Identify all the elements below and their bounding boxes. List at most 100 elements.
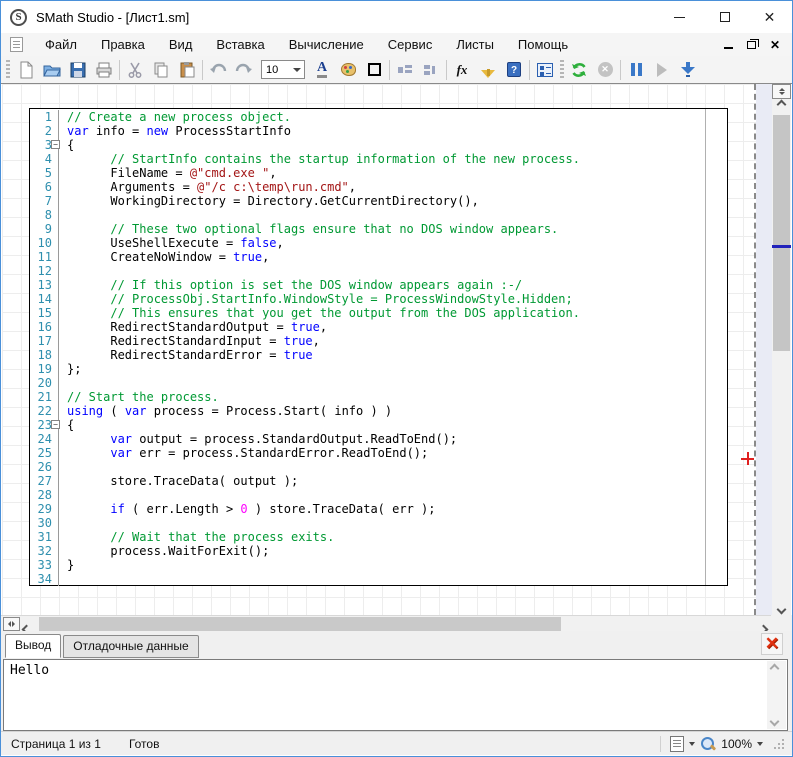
mdi-restore-icon[interactable] (747, 41, 756, 49)
fold-marker-icon[interactable]: − (51, 420, 60, 429)
debug-step-button[interactable] (675, 58, 701, 82)
document-icon[interactable] (10, 37, 23, 52)
worksheet-canvas[interactable]: 1// Create a new process object.2var inf… (2, 84, 773, 615)
code-line[interactable]: 12 (30, 264, 727, 278)
code-line[interactable]: 5 FileName = @"cmd.exe ", (30, 166, 727, 180)
border-button[interactable] (361, 58, 387, 82)
code-line[interactable]: 1// Create a new process object. (30, 110, 727, 124)
code-line[interactable]: 26 (30, 460, 727, 474)
code-line[interactable]: 34 (30, 572, 727, 586)
minimize-button[interactable] (657, 1, 702, 33)
code-region[interactable]: 1// Create a new process object.2var inf… (29, 108, 728, 586)
vertical-scroll-thumb[interactable] (773, 115, 790, 351)
mdi-close-icon[interactable]: ✕ (770, 39, 780, 51)
scroll-up-button[interactable] (772, 101, 791, 115)
menu-item[interactable]: Сервис (376, 34, 445, 55)
cut-button[interactable] (122, 58, 148, 82)
code-line[interactable]: 19}; (30, 362, 727, 376)
code-line[interactable]: 22using ( var process = Process.Start( i… (30, 404, 727, 418)
toolbar-grip[interactable] (6, 60, 10, 80)
code-text: UseShellExecute = false, (59, 236, 284, 250)
output-textbox[interactable]: Hello (3, 659, 788, 731)
code-line[interactable]: 16 RedirectStandardOutput = true, (30, 320, 727, 334)
reference-button[interactable]: ? (501, 58, 527, 82)
code-line[interactable]: 18 RedirectStandardError = true (30, 348, 727, 362)
code-line[interactable]: 24 var output = process.StandardOutput.R… (30, 432, 727, 446)
align-vertical-button[interactable] (418, 58, 444, 82)
code-line[interactable]: 6 Arguments = @"/c c:\temp\run.cmd", (30, 180, 727, 194)
vertical-scrollbar[interactable] (772, 84, 791, 615)
page-options-icon[interactable] (670, 736, 684, 752)
recalculate-button[interactable] (566, 58, 592, 82)
function-button[interactable]: fx (449, 58, 475, 82)
code-line[interactable]: 29 if ( err.Length > 0 ) store.TraceData… (30, 502, 727, 516)
code-line[interactable]: 9 // These two optional flags ensure tha… (30, 222, 727, 236)
code-line[interactable]: 10 UseShellExecute = false, (30, 236, 727, 250)
code-line[interactable]: 28 (30, 488, 727, 502)
new-page-button[interactable] (13, 58, 39, 82)
font-color-button[interactable]: A (309, 58, 335, 82)
background-color-button[interactable] (335, 58, 361, 82)
menu-item[interactable]: Листы (444, 34, 506, 55)
code-line[interactable]: 13 // If this option is set the DOS wind… (30, 278, 727, 292)
save-button[interactable] (65, 58, 91, 82)
zoom-magnifier-icon[interactable] (700, 736, 716, 752)
code-line[interactable]: 32 process.WaitForExit(); (30, 544, 727, 558)
code-line[interactable]: 23−{ (30, 418, 727, 432)
code-line[interactable]: 21// Start the process. (30, 390, 727, 404)
chevron-down-icon[interactable] (689, 742, 695, 746)
splitter-button[interactable] (3, 617, 20, 631)
code-line[interactable]: 20 (30, 376, 727, 390)
code-line[interactable]: 3−{ (30, 138, 727, 152)
undo-button[interactable] (205, 58, 231, 82)
zoom-level[interactable]: 100% (721, 737, 752, 751)
code-line[interactable]: 15 // This ensures that you get the outp… (30, 306, 727, 320)
code-line[interactable]: 30 (30, 516, 727, 530)
line-number: 29 (30, 502, 59, 516)
align-horizontal-button[interactable] (392, 58, 418, 82)
close-button[interactable]: ✕ (747, 1, 792, 33)
scroll-down-button[interactable] (772, 599, 791, 613)
output-scrollbar[interactable] (767, 661, 786, 729)
filter-button[interactable] (475, 58, 501, 82)
menu-item[interactable]: Правка (89, 34, 157, 55)
paste-button[interactable] (174, 58, 200, 82)
font-size-combo[interactable]: 10 (261, 60, 305, 79)
chevron-down-icon[interactable] (757, 742, 763, 746)
code-line[interactable]: 27 store.TraceData( output ); (30, 474, 727, 488)
redo-button[interactable] (231, 58, 257, 82)
menu-item[interactable]: Вставка (204, 34, 276, 55)
code-line[interactable]: 14 // ProcessObj.StartInfo.WindowStyle =… (30, 292, 727, 306)
line-number: 15 (30, 306, 59, 320)
menu-item[interactable]: Вид (157, 34, 205, 55)
code-line[interactable]: 33} (30, 558, 727, 572)
code-line[interactable]: 25 var err = process.StandardError.ReadT… (30, 446, 727, 460)
copy-button[interactable] (148, 58, 174, 82)
menu-item[interactable]: Вычисление (277, 34, 376, 55)
resize-grip[interactable] (774, 739, 784, 749)
menu-item[interactable]: Файл (33, 34, 89, 55)
menu-item[interactable]: Помощь (506, 34, 580, 55)
horizontal-scroll-thumb[interactable] (39, 617, 561, 631)
code-line[interactable]: 8 (30, 208, 727, 222)
code-line[interactable]: 2var info = new ProcessStartInfo (30, 124, 727, 138)
horizontal-scrollbar[interactable] (1, 615, 773, 631)
code-line[interactable]: 31 // Wait that the process exits. (30, 530, 727, 544)
close-panel-button[interactable]: ✕ (761, 633, 783, 655)
show-elements-button[interactable] (532, 58, 558, 82)
maximize-button[interactable] (702, 1, 747, 33)
output-tab[interactable]: Вывод (5, 634, 61, 658)
stop-button[interactable]: ✕ (592, 58, 618, 82)
code-line[interactable]: 11 CreateNoWindow = true, (30, 250, 727, 264)
pause-button[interactable] (623, 58, 649, 82)
mdi-minimize-icon[interactable] (724, 47, 733, 49)
output-tab[interactable]: Отладочные данные (63, 635, 198, 658)
code-line[interactable]: 4 // StartInfo contains the startup info… (30, 152, 727, 166)
run-button[interactable] (649, 58, 675, 82)
splitter-button[interactable] (772, 84, 791, 99)
code-line[interactable]: 7 WorkingDirectory = Directory.GetCurren… (30, 194, 727, 208)
open-file-button[interactable] (39, 58, 65, 82)
fold-marker-icon[interactable]: − (51, 140, 60, 149)
code-line[interactable]: 17 RedirectStandardInput = true, (30, 334, 727, 348)
print-button[interactable] (91, 58, 117, 82)
